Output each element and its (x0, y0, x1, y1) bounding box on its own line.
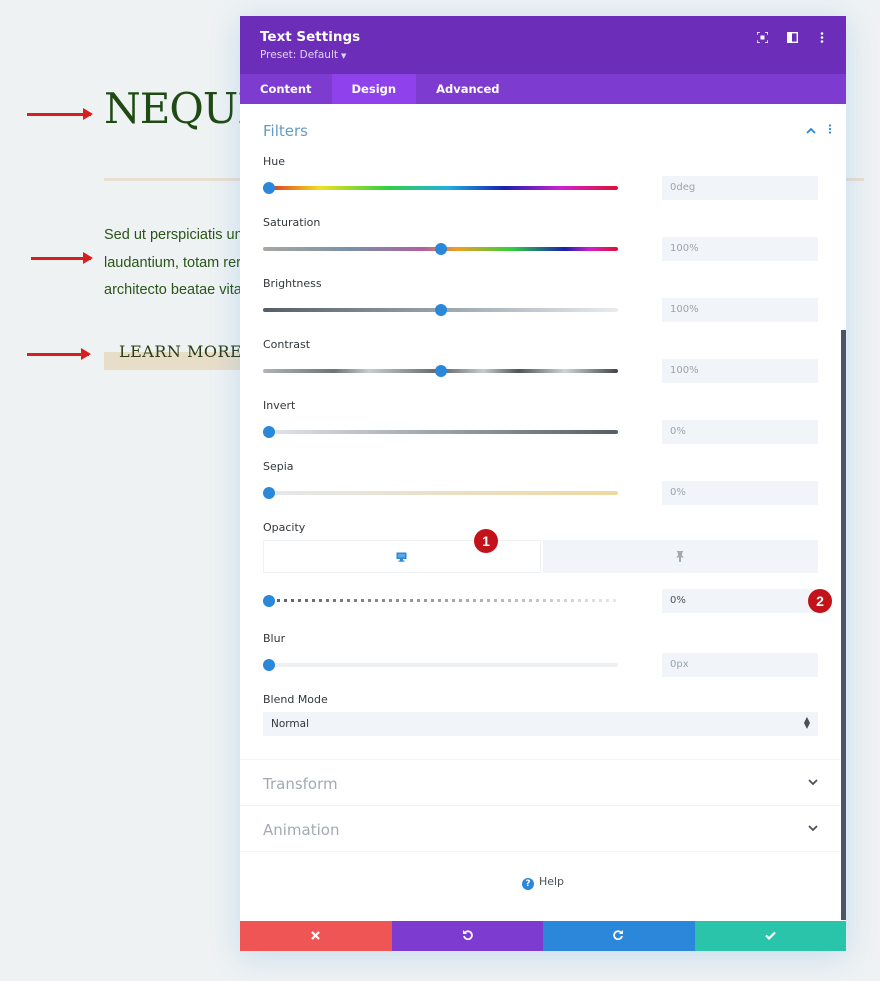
scrollbar[interactable] (841, 330, 846, 920)
field-label: Brightness (263, 277, 322, 290)
redo-button[interactable] (543, 921, 695, 951)
check-icon (764, 929, 776, 943)
panel-title: Text Settings (260, 29, 361, 45)
focus-icon[interactable] (755, 31, 769, 46)
blur-field: Blur 0px (263, 632, 818, 677)
section-title: Animation (263, 821, 340, 839)
transform-section[interactable]: Transform (240, 759, 840, 805)
undo-button[interactable] (391, 921, 543, 951)
brightness-input[interactable]: 100% (662, 298, 818, 322)
field-label: Contrast (263, 338, 311, 351)
select-arrows-icon: ▲ ▼ (803, 715, 810, 730)
tab-advanced[interactable]: Advanced (416, 74, 519, 104)
sepia-input[interactable]: 0% (662, 481, 818, 505)
field-label: Saturation (263, 216, 321, 229)
panel-header: Text Settings Preset: Default ▼ (240, 16, 846, 74)
field-label: Blend Mode (263, 693, 328, 706)
brightness-slider-thumb[interactable] (434, 304, 447, 316)
contrast-slider-thumb[interactable] (434, 365, 447, 377)
more-vertical-icon[interactable] (828, 124, 832, 137)
divider (240, 851, 840, 852)
hue-input[interactable]: 0deg (662, 176, 818, 200)
annotation-arrow (31, 252, 93, 264)
field-label: Hue (263, 155, 286, 168)
learn-more-button[interactable]: LEARN MORE (119, 342, 242, 361)
hover-tab[interactable] (542, 540, 818, 573)
opacity-slider-thumb[interactable] (263, 595, 275, 607)
hue-slider-track[interactable] (263, 186, 618, 190)
animation-section[interactable]: Animation (240, 805, 840, 851)
invert-slider-track[interactable] (263, 430, 618, 434)
blur-slider-thumb[interactable] (263, 659, 275, 671)
desktop-icon (396, 547, 407, 566)
chevron-down-icon (808, 776, 818, 789)
invert-slider-thumb[interactable] (263, 426, 275, 438)
chevron-up-icon[interactable] (806, 124, 816, 137)
hue-field: Hue 0deg (263, 155, 818, 200)
undo-icon (462, 929, 473, 943)
desktop-tab[interactable] (263, 540, 541, 573)
field-label: Invert (263, 399, 296, 412)
footer-actions (240, 921, 846, 951)
annotation-badge: 2 (808, 589, 832, 613)
opacity-input[interactable]: 0% (662, 589, 818, 613)
help-link[interactable]: ? Help (240, 875, 846, 890)
invert-input[interactable]: 0% (662, 420, 818, 444)
more-vertical-icon[interactable] (816, 32, 828, 46)
split-view-icon[interactable] (786, 31, 798, 46)
brightness-field: Brightness 100% (263, 277, 818, 322)
sepia-field: Sepia 0% (263, 460, 818, 505)
contrast-input[interactable]: 100% (662, 359, 818, 383)
blend-mode-value: Normal (271, 718, 309, 730)
saturation-field: Saturation 100% (263, 216, 818, 261)
saturation-input[interactable]: 100% (662, 237, 818, 261)
section-title: Filters (263, 122, 308, 140)
tab-bar: Content Design Advanced (240, 74, 846, 104)
blend-mode-field: Blend Mode Normal ▲ ▼ (263, 693, 818, 736)
blur-slider-track[interactable] (263, 663, 618, 667)
opacity-slider-track[interactable] (263, 599, 618, 602)
section-title: Transform (263, 775, 338, 793)
preset-label: Preset: Default (260, 49, 338, 61)
annotation-arrow (27, 108, 93, 120)
invert-field: Invert 0% (263, 399, 818, 444)
device-tabs (263, 540, 818, 573)
sepia-slider-track[interactable] (263, 491, 618, 495)
blur-input[interactable]: 0px (662, 653, 818, 677)
help-label: Help (538, 875, 565, 888)
field-label: Blur (263, 632, 286, 645)
redo-icon (613, 929, 624, 943)
tab-design[interactable]: Design (331, 74, 417, 104)
close-icon (311, 929, 321, 943)
saturation-slider-thumb[interactable] (434, 243, 447, 255)
pin-icon (676, 547, 685, 566)
sepia-slider-thumb[interactable] (263, 487, 275, 499)
text-settings-panel: Text Settings Preset: Default ▼ Content D… (240, 16, 846, 951)
panel-content: Filters Hue 0deg Saturation 100% Brightn… (240, 104, 846, 921)
caret-down-icon: ▼ (340, 52, 347, 60)
hue-slider-thumb[interactable] (263, 182, 275, 194)
chevron-down-icon (808, 822, 818, 835)
cancel-button[interactable] (240, 921, 392, 951)
contrast-field: Contrast 100% (263, 338, 818, 383)
tab-content[interactable]: Content (240, 74, 332, 104)
help-icon: ? (521, 878, 534, 890)
blend-mode-select[interactable]: Normal ▲ ▼ (263, 712, 818, 736)
opacity-field: Opacity 0% (263, 521, 818, 613)
field-label: Sepia (263, 460, 294, 473)
save-button[interactable] (694, 921, 846, 951)
preset-selector[interactable]: Preset: Default ▼ (260, 49, 826, 61)
filters-section-header[interactable]: Filters (240, 104, 846, 150)
annotation-arrow (27, 348, 91, 360)
annotation-badge: 1 (474, 529, 498, 553)
field-label: Opacity (263, 521, 306, 534)
